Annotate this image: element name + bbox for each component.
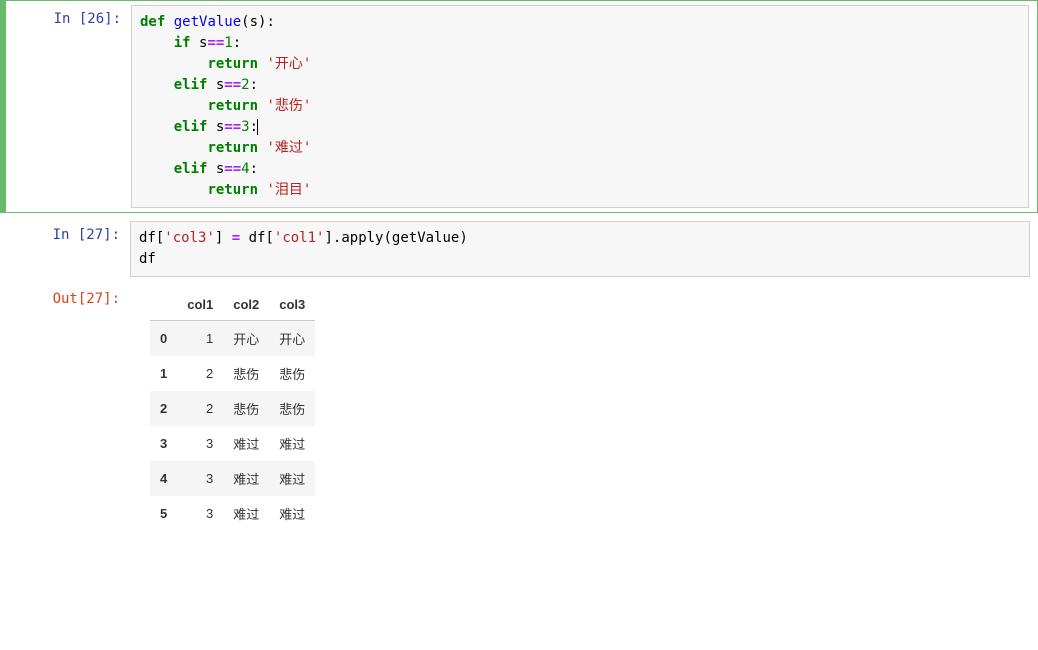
table-cell: 2 <box>177 391 223 426</box>
table-row: 33难过难过 <box>150 426 315 461</box>
table-cell: 3 <box>177 426 223 461</box>
code-cell-26[interactable]: In [26]: def getValue(s): if s==1: retur… <box>0 0 1038 213</box>
output-prompt: Out[27]: <box>0 285 130 307</box>
table-cell: 悲伤 <box>223 356 269 391</box>
table-cell: 难过 <box>223 461 269 496</box>
table-cell: 2 <box>177 356 223 391</box>
table-row: 22悲伤悲伤 <box>150 391 315 426</box>
column-header: col1 <box>177 289 223 321</box>
table-row: 53难过难过 <box>150 496 315 531</box>
table-cell: 难过 <box>269 496 315 531</box>
row-index: 5 <box>150 496 177 531</box>
input-prompt: In [26]: <box>1 5 131 27</box>
code-input[interactable]: df['col3'] = df['col1'].apply(getValue) … <box>130 221 1030 277</box>
row-index: 2 <box>150 391 177 426</box>
table-cell: 悲伤 <box>223 391 269 426</box>
row-index: 3 <box>150 426 177 461</box>
column-header: col3 <box>269 289 315 321</box>
table-row: 12悲伤悲伤 <box>150 356 315 391</box>
table-cell: 悲伤 <box>269 356 315 391</box>
row-index: 4 <box>150 461 177 496</box>
table-row: 01开心开心 <box>150 321 315 357</box>
column-header: col2 <box>223 289 269 321</box>
row-index: 1 <box>150 356 177 391</box>
code-cell-27[interactable]: In [27]: df['col3'] = df['col1'].apply(g… <box>0 217 1038 281</box>
table-cell: 难过 <box>223 426 269 461</box>
table-cell: 开心 <box>223 321 269 357</box>
table-cell: 开心 <box>269 321 315 357</box>
code-input[interactable]: def getValue(s): if s==1: return '开心' el… <box>131 5 1029 208</box>
output-cell-27: Out[27]: col1col2col3 01开心开心12悲伤悲伤22悲伤悲伤… <box>0 281 1038 535</box>
table-row: 43难过难过 <box>150 461 315 496</box>
row-index: 0 <box>150 321 177 357</box>
table-cell: 难过 <box>269 426 315 461</box>
input-prompt: In [27]: <box>0 221 130 243</box>
dataframe-table: col1col2col3 01开心开心12悲伤悲伤22悲伤悲伤33难过难过43难… <box>150 289 315 531</box>
table-cell: 悲伤 <box>269 391 315 426</box>
table-cell: 难过 <box>223 496 269 531</box>
table-cell: 1 <box>177 321 223 357</box>
table-cell: 3 <box>177 496 223 531</box>
table-cell: 3 <box>177 461 223 496</box>
table-cell: 难过 <box>269 461 315 496</box>
